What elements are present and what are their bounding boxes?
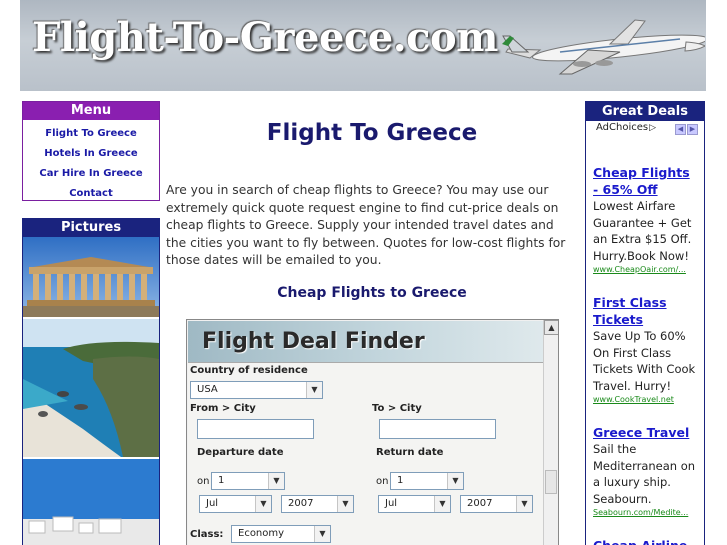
country-value: USA (197, 384, 218, 395)
chevron-down-icon: ▼ (255, 496, 271, 512)
scroll-up-arrow-icon[interactable]: ▲ (544, 320, 558, 335)
ad-nav: ◀ ▶ (674, 122, 698, 136)
departure-date-label: Departure date (197, 447, 284, 458)
return-month-select[interactable]: Jul ▼ (378, 495, 451, 513)
deal-url-link[interactable]: www.CookTravel.net (593, 394, 698, 406)
class-select[interactable]: Economy ▼ (231, 525, 331, 543)
menu-list: Flight To Greece Hotels In Greece Car Hi… (23, 120, 159, 203)
deal-title-link[interactable]: Cheap Flights - 65% Off (593, 164, 698, 198)
menu-item-car-hire: Car Hire In Greece (23, 163, 159, 183)
menu-box: Menu Flight To Greece Hotels In Greece C… (22, 101, 160, 201)
departure-year-value: 2007 (288, 498, 314, 509)
chevron-down-icon: ▼ (337, 496, 353, 512)
chevron-down-icon: ▼ (268, 473, 284, 489)
intro-text: Are you in search of cheap flights to Gr… (166, 183, 566, 267)
scroll-thumb[interactable] (545, 470, 557, 494)
departure-month-value: Jul (206, 498, 219, 509)
beach-picture[interactable] (23, 319, 159, 459)
flight-deal-finder: Flight Deal Finder Country of residence … (186, 319, 559, 545)
chevron-down-icon: ▼ (516, 496, 532, 512)
deal-description: Save Up To 60% On First Class Tickets Wi… (593, 329, 696, 393)
menu-link[interactable]: Car Hire In Greece (39, 168, 142, 179)
deal-item: First Class Tickets Save Up To 60% On Fi… (586, 276, 704, 406)
finder-form: Flight Deal Finder Country of residence … (188, 321, 544, 545)
page-title: Flight To Greece (266, 120, 478, 146)
section-title: Cheap Flights to Greece (277, 285, 467, 301)
chevron-down-icon: ▼ (447, 473, 463, 489)
return-day-select[interactable]: 1 ▼ (390, 472, 464, 490)
return-month-value: Jul (385, 498, 398, 509)
from-city-label: From > City (190, 403, 256, 414)
country-select[interactable]: USA ▼ (190, 381, 323, 399)
menu-item-flight-to-greece: Flight To Greece (23, 123, 159, 143)
deal-item: Cheap Flights - 65% Off Lowest Airfare G… (586, 137, 704, 276)
banner-separator (20, 91, 706, 99)
return-year-value: 2007 (467, 498, 493, 509)
to-city-label: To > City (372, 403, 422, 414)
ad-next-arrow-icon[interactable]: ▶ (687, 124, 698, 135)
deal-title-link[interactable]: First Class Tickets (593, 294, 698, 328)
departure-on-label: on (197, 476, 210, 487)
deal-url-link[interactable]: www.CheapOair.com/... (593, 264, 698, 276)
to-city-input[interactable] (379, 419, 496, 439)
great-deals-box: Great Deals AdChoices▷ ◀ ▶ Cheap Flights … (585, 101, 705, 545)
finder-title: Flight Deal Finder (202, 329, 425, 354)
menu-link[interactable]: Hotels In Greece (44, 148, 137, 159)
village-picture[interactable] (23, 459, 159, 545)
menu-link[interactable]: Flight To Greece (45, 128, 136, 139)
deal-url-link[interactable]: Seabourn.com/Medite... (593, 507, 698, 519)
deal-title-link[interactable]: Cheap Airline (593, 537, 698, 545)
departure-day-value: 1 (218, 475, 225, 486)
ad-prev-arrow-icon[interactable]: ◀ (675, 124, 686, 135)
finder-header: Flight Deal Finder (188, 321, 544, 363)
from-city-input[interactable] (197, 419, 314, 439)
deal-item: Cheap Airline (586, 519, 704, 545)
departure-day-select[interactable]: 1 ▼ (211, 472, 285, 490)
chevron-down-icon: ▼ (314, 526, 330, 542)
departure-year-select[interactable]: 2007 ▼ (281, 495, 354, 513)
return-date-label: Return date (376, 447, 444, 458)
deals-header: Great Deals (586, 102, 704, 121)
airplane-image (502, 19, 705, 75)
pictures-header: Pictures (23, 219, 159, 237)
deal-description: Lowest Airfare Guarantee + Get an Extra … (593, 199, 692, 263)
chevron-down-icon: ▼ (306, 382, 322, 398)
deal-item: Greece Travel Sail the Mediterranean on … (586, 406, 704, 519)
menu-item-contact: Contact (23, 183, 159, 203)
pictures-box: Pictures (22, 218, 160, 545)
class-label: Class: (190, 529, 224, 540)
class-value: Economy (238, 528, 285, 539)
deal-title-link[interactable]: Greece Travel (593, 424, 698, 441)
finder-scrollbar[interactable]: ▲ (543, 320, 558, 545)
site-banner: Flight-To-Greece.com (20, 0, 706, 91)
adchoices-label[interactable]: AdChoices (596, 122, 648, 133)
adchoices-icon[interactable]: ▷ (649, 123, 656, 133)
return-day-value: 1 (397, 475, 404, 486)
deal-description: Sail the Mediterranean on a luxury ship.… (593, 442, 696, 506)
return-year-select[interactable]: 2007 ▼ (460, 495, 533, 513)
country-label: Country of residence (190, 365, 308, 376)
return-on-label: on (376, 476, 389, 487)
menu-item-hotels-in-greece: Hotels In Greece (23, 143, 159, 163)
menu-header: Menu (23, 102, 159, 120)
parthenon-picture[interactable] (23, 237, 159, 319)
site-title: Flight-To-Greece.com (32, 14, 498, 61)
menu-link[interactable]: Contact (69, 188, 113, 199)
chevron-down-icon: ▼ (434, 496, 450, 512)
adchoices-bar: AdChoices▷ ◀ ▶ (586, 121, 704, 137)
departure-month-select[interactable]: Jul ▼ (199, 495, 272, 513)
